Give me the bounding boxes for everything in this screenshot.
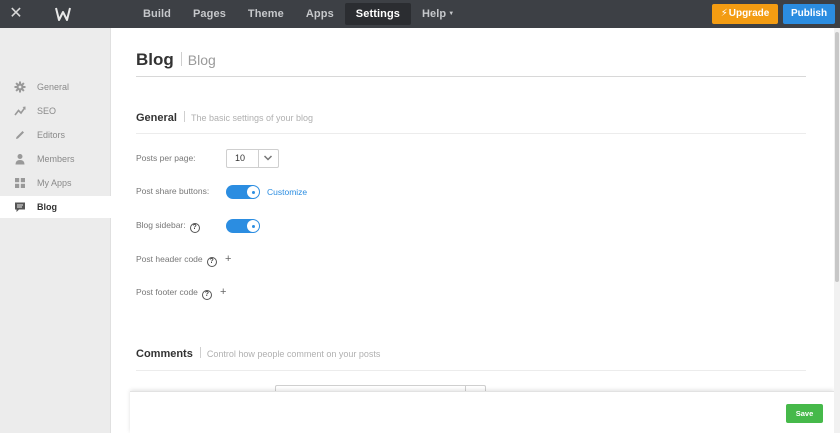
section-title-general: General The basic settings of your blog — [136, 111, 313, 124]
lightning-icon: ⚡ — [720, 8, 728, 19]
sidebar-item-label: SEO — [37, 106, 57, 116]
top-bar: ✕ Build Pages Theme Apps Settings Help ▼ … — [0, 0, 840, 28]
publish-button[interactable]: Publish — [783, 4, 835, 24]
sidebar-item-label: Editors — [37, 130, 66, 140]
sidebar-item-seo[interactable]: SEO — [0, 100, 111, 122]
help-icon[interactable]: ? — [206, 257, 217, 267]
help-icon[interactable]: ? — [189, 223, 200, 233]
page-title-text: Blog — [136, 50, 174, 69]
section-description: Control how people comment on your posts — [206, 349, 381, 359]
toggle-knob — [247, 220, 259, 232]
sidebar-item-label: My Apps — [37, 178, 72, 188]
section-title-comments: Comments Control how people comment on yo… — [136, 347, 380, 360]
divider — [136, 76, 806, 77]
section-title-text: Comments — [136, 348, 193, 360]
posts-per-page-label: Posts per page: — [136, 153, 196, 163]
sidebar-item-my-apps[interactable]: My Apps — [0, 172, 111, 194]
divider — [136, 133, 806, 134]
section-title-text: General — [136, 112, 177, 124]
sidebar-item-label: Members — [37, 154, 75, 164]
section-description: The basic settings of your blog — [190, 113, 314, 123]
add-post-footer-code-plus-icon[interactable]: + — [220, 287, 226, 298]
post-header-code-label-text: Post header code — [136, 254, 203, 264]
add-post-header-code-plus-icon[interactable]: + — [225, 254, 231, 265]
nav-theme[interactable]: Theme — [237, 3, 295, 25]
comment-icon — [15, 202, 25, 212]
help-icon[interactable]: ? — [201, 290, 212, 300]
gear-icon — [14, 81, 26, 93]
scrollbar-thumb[interactable] — [835, 32, 839, 282]
divider — [183, 111, 185, 122]
page-subtitle: Blog — [187, 52, 216, 68]
settings-sidebar: General SEO Editors Members My Apps Blog — [0, 28, 111, 433]
posts-per-page-select[interactable]: 10 — [226, 149, 279, 168]
divider — [258, 150, 259, 167]
nav-help[interactable]: Help ▼ — [411, 3, 465, 25]
divider — [199, 347, 201, 358]
page-title: Blog Blog — [136, 50, 216, 70]
sidebar-item-editors[interactable]: Editors — [0, 124, 111, 146]
blog-sidebar-label: Blog sidebar:? — [136, 220, 200, 233]
save-bar: Save — [130, 391, 834, 433]
apps-grid-icon — [15, 178, 25, 188]
post-share-buttons-label: Post share buttons: — [136, 186, 210, 196]
post-header-code-label: Post header code? — [136, 254, 217, 267]
main-panel: Blog Blog General The basic settings of yo… — [112, 28, 834, 433]
main-nav: Build Pages Theme Apps Settings Help ▼ — [132, 3, 465, 25]
scrollbar[interactable] — [834, 28, 840, 433]
post-footer-code-label: Post footer code? — [136, 287, 212, 300]
sidebar-item-label: Blog — [37, 202, 57, 212]
select-value: 10 — [235, 153, 246, 163]
sidebar-item-members[interactable]: Members — [0, 148, 111, 170]
divider — [180, 52, 182, 66]
nav-build[interactable]: Build — [132, 3, 182, 25]
caret-down-icon: ▼ — [448, 11, 455, 17]
save-button[interactable]: Save — [786, 404, 823, 423]
customize-link[interactable]: Customize — [267, 187, 307, 197]
sidebar-item-general[interactable]: General — [0, 76, 111, 98]
nav-apps[interactable]: Apps — [295, 3, 345, 25]
person-icon — [15, 154, 25, 165]
nav-settings[interactable]: Settings — [344, 3, 411, 25]
post-share-buttons-toggle[interactable] — [226, 185, 260, 199]
close-icon[interactable]: ✕ — [8, 6, 24, 22]
nav-pages[interactable]: Pages — [182, 3, 237, 25]
chevron-down-icon — [263, 155, 273, 161]
blog-sidebar-toggle[interactable] — [226, 219, 260, 233]
post-footer-code-label-text: Post footer code — [136, 287, 198, 297]
toggle-knob — [247, 186, 259, 198]
trend-icon — [14, 106, 26, 116]
divider — [136, 370, 806, 371]
upgrade-button[interactable]: ⚡Upgrade — [712, 4, 778, 24]
sidebar-item-blog[interactable]: Blog — [0, 196, 111, 218]
pencil-icon — [16, 131, 24, 139]
weebly-logo-icon — [55, 7, 71, 21]
blog-sidebar-label-text: Blog sidebar: — [136, 220, 186, 230]
sidebar-item-label: General — [37, 82, 70, 92]
